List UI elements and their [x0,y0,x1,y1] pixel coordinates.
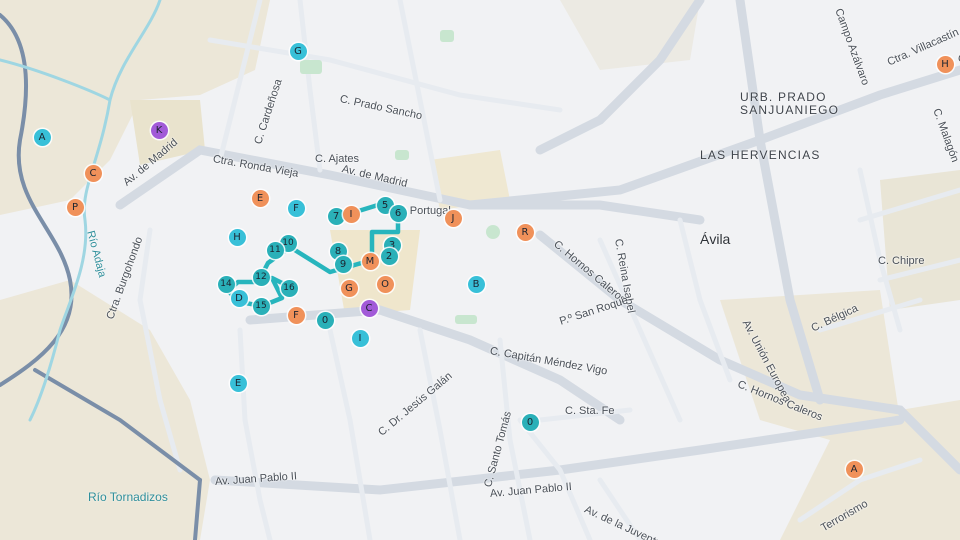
district-label: LAS HERVENCIAS [700,148,821,162]
map-marker-h[interactable]: H [228,228,246,246]
map-view[interactable]: C. Prado Sancho C. Cardeñosa C. Ajates Ctra… [0,0,960,540]
city-label: Ávila [700,231,731,247]
map-marker-p[interactable]: P [66,198,84,216]
map-marker-7[interactable]: 7 [327,207,345,225]
map-marker-i[interactable]: I [351,329,369,347]
map-marker-c[interactable]: C [84,164,102,182]
district-label: URB. PRADO [740,90,827,104]
map-marker-d[interactable]: D [230,289,248,307]
street-label: C. Chipre [878,255,925,267]
map-marker-15[interactable]: 15 [252,297,270,315]
map-marker-o[interactable]: O [376,275,394,293]
map-marker-k[interactable]: K [150,121,168,139]
map-marker-g[interactable]: G [289,42,307,60]
street-label: A Portugal [400,205,451,217]
map-marker-c[interactable]: C [360,299,378,317]
map-base [0,0,960,540]
map-marker-i[interactable]: I [342,205,360,223]
map-marker-a[interactable]: A [33,128,51,146]
map-marker-b[interactable]: B [467,275,485,293]
map-marker-2[interactable]: 2 [380,247,398,265]
map-marker-r[interactable]: R [516,223,534,241]
map-marker-0[interactable]: 0 [521,413,539,431]
map-marker-e[interactable]: E [251,189,269,207]
map-marker-16[interactable]: 16 [280,279,298,297]
river-label: Río Tornadizos [88,490,168,504]
map-marker-9[interactable]: 9 [334,255,352,273]
street-label: C. Sta. Fe [565,405,615,417]
map-marker-11[interactable]: 11 [266,241,284,259]
map-marker-f[interactable]: F [287,199,305,217]
map-marker-g[interactable]: G [340,279,358,297]
map-marker-6[interactable]: 6 [389,204,407,222]
map-marker-e[interactable]: E [229,374,247,392]
map-marker-f[interactable]: F [287,306,305,324]
map-marker-m[interactable]: M [361,252,379,270]
map-marker-j[interactable]: J [444,209,462,227]
map-marker-h[interactable]: H [936,55,954,73]
district-label: SANJUANIEGO [740,103,840,117]
street-label: C. Ajates [315,153,360,165]
map-marker-a[interactable]: A [845,460,863,478]
map-marker-0[interactable]: 0 [316,311,334,329]
map-marker-14[interactable]: 14 [217,275,235,293]
map-marker-12[interactable]: 12 [252,268,270,286]
